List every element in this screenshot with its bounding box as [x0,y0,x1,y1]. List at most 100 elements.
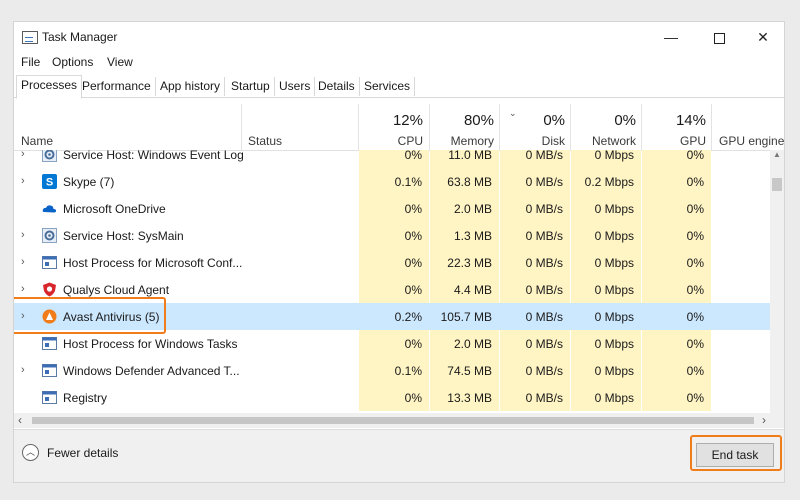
process-row[interactable]: Host Process for Windows Tasks 0% 2.0 MB 0 … [14,330,770,357]
scroll-right-icon[interactable]: › [762,413,766,427]
column-network[interactable]: Network [571,134,636,148]
network-value: 0 Mbps [594,150,634,162]
cpu-value: 0% [404,202,422,216]
column-cpu[interactable]: CPU [359,134,423,148]
expand-chevron-icon[interactable]: › [21,364,25,376]
cpu-value: 0.2% [394,310,422,324]
column-disk[interactable]: Disk [500,134,565,148]
vertical-scrollbar[interactable]: ▲ [770,150,784,413]
process-name: Registry [63,391,108,405]
memory-value: 13.3 MB [447,391,492,405]
process-row[interactable]: › Service Host: SysMain 0% 1.3 MB 0 MB/s 0 Mb… [14,222,770,249]
process-row[interactable]: › S Skype (7) 0.1% 63.8 MB 0 MB/s 0.2 Mbps 0% [14,168,770,195]
process-row[interactable]: › Host Process for Microsoft Conf... 0% 22.… [14,249,770,276]
gpu-value: 0% [686,337,704,351]
memory-value: 63.8 MB [447,175,492,189]
memory-value: 74.5 MB [447,364,492,378]
disk-value: 0 MB/s [525,175,563,189]
memory-value: 11.0 MB [448,150,492,162]
tab-performance[interactable]: Performance [78,77,156,96]
horizontal-scroll-thumb[interactable] [32,417,754,424]
network-value: 0 Mbps [594,283,634,297]
network-value: 0 Mbps [594,391,634,405]
memory-value: 2.0 MB [453,202,492,216]
window-icon [42,390,57,405]
chevron-up-circle-icon[interactable]: ︿ [22,444,39,461]
highlight-avast-row [14,297,166,334]
cpu-value: 0% [404,150,422,162]
fewer-details-link[interactable]: Fewer details [47,446,118,460]
process-row[interactable]: Registry 0% 13.3 MB 0 MB/s 0 Mbps 0% [14,384,770,411]
cpu-total-percent[interactable]: 12% [359,112,423,129]
expand-chevron-icon[interactable]: › [21,175,25,187]
network-value: 0 Mbps [594,364,634,378]
process-row[interactable]: › Windows Defender Advanced T... 0.1% 74.5 … [14,357,770,384]
gpu-value: 0% [686,283,704,297]
disk-value: 0 MB/s [525,364,563,378]
process-row[interactable]: › Service Host: Windows Event Log 0% 11.0 M… [14,150,770,168]
disk-value: 0 MB/s [525,337,563,351]
column-memory[interactable]: Memory [430,134,494,148]
gear-icon [42,228,57,243]
tab-services[interactable]: Services [360,77,416,96]
memory-value: 4.4 MB [453,283,492,297]
cpu-value: 0% [404,256,422,270]
footer-bar: ︿ Fewer details End task [14,429,784,482]
window-icon [42,363,57,378]
expand-chevron-icon[interactable]: › [21,150,25,160]
disk-value: 0 MB/s [525,202,563,216]
network-value: 0 Mbps [594,337,634,351]
disk-total-percent[interactable]: 0% [500,112,565,129]
gpu-total-percent[interactable]: 14% [642,112,706,129]
process-name: Host Process for Microsoft Conf... [63,256,243,270]
column-gpu-engine[interactable]: GPU engine [719,134,784,148]
onedrive-icon [42,201,57,216]
gpu-value: 0% [686,310,704,324]
process-name: Host Process for Windows Tasks [63,337,238,351]
task-manager-window: Task Manager — ✕ File Options View Proce… [14,22,784,482]
cpu-value: 0.1% [394,175,422,189]
menu-view[interactable]: View [107,55,133,69]
cpu-value: 0% [404,283,422,297]
network-total-percent[interactable]: 0% [571,112,636,129]
cpu-value: 0% [404,229,422,243]
maximize-button[interactable] [696,22,742,52]
gpu-value: 0% [686,256,704,270]
title-bar[interactable]: Task Manager — ✕ [14,22,784,52]
window-icon [42,336,57,351]
column-name[interactable]: Name [21,134,53,148]
close-button[interactable]: ✕ [740,22,784,52]
memory-value: 2.0 MB [453,337,492,351]
tab-users[interactable]: Users [275,77,316,96]
column-status[interactable]: Status [248,134,282,148]
tab-startup[interactable]: Startup [227,77,275,96]
disk-value: 0 MB/s [525,150,563,162]
process-row[interactable]: Microsoft OneDrive 0% 2.0 MB 0 MB/s 0 Mbps 0% [14,195,770,222]
network-value: 0 Mbps [594,256,634,270]
gpu-value: 0% [686,229,704,243]
scroll-up-icon[interactable]: ▲ [773,150,781,159]
task-manager-icon [22,31,38,44]
expand-chevron-icon[interactable]: › [21,256,25,268]
cpu-value: 0.1% [394,364,422,378]
expand-chevron-icon[interactable]: › [21,283,25,295]
memory-total-percent[interactable]: 80% [430,112,494,129]
memory-value: 105.7 MB [440,310,492,324]
disk-value: 0 MB/s [525,391,563,405]
svg-text:S: S [46,177,53,189]
tab-details[interactable]: Details [314,77,360,96]
tab-app-history[interactable]: App history [156,77,226,96]
scroll-left-icon[interactable]: ‹ [18,413,22,427]
horizontal-scrollbar[interactable]: ‹ › [14,413,784,428]
network-value: 0 Mbps [594,229,634,243]
vertical-scroll-thumb[interactable] [772,178,782,191]
tab-processes[interactable]: Processes [16,75,83,99]
column-gpu[interactable]: GPU [642,134,706,148]
disk-value: 0 MB/s [525,256,563,270]
minimize-button[interactable]: — [648,22,694,52]
network-value: 0.2 Mbps [584,175,634,189]
menu-options[interactable]: Options [52,55,93,69]
expand-chevron-icon[interactable]: › [21,229,25,241]
column-header: Name Status 12% CPU 80% Memory ⌄ 0% Disk… [14,104,784,151]
menu-file[interactable]: File [21,55,40,69]
